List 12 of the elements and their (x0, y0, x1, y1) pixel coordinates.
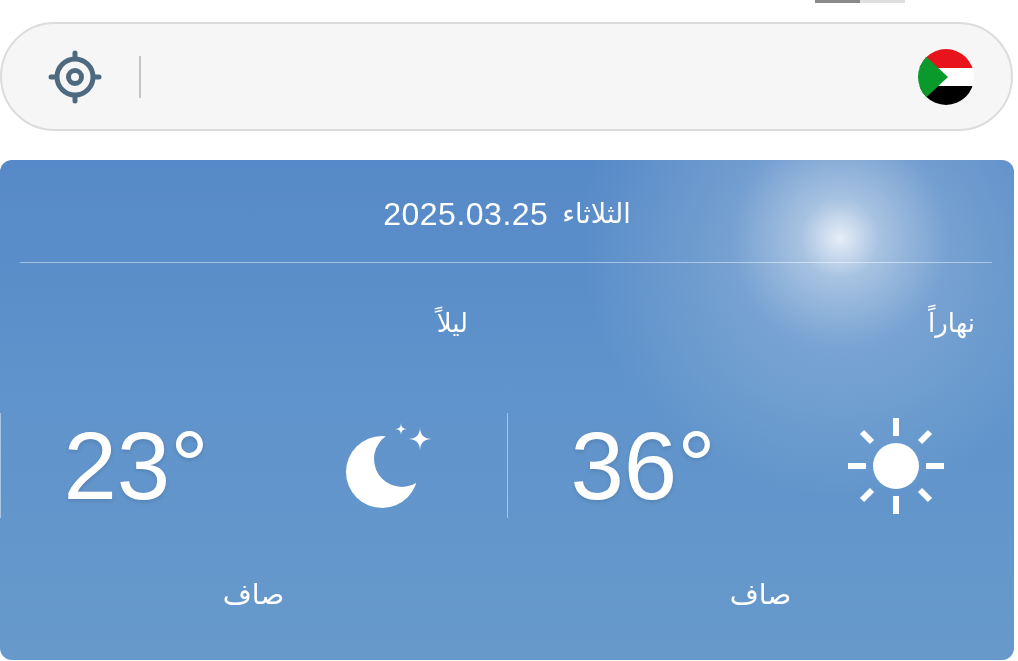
weather-condition: صاف (729, 577, 792, 613)
period-label: نهاراً (928, 306, 975, 340)
sun-icon (846, 415, 946, 516)
flag-icon[interactable] (918, 48, 974, 105)
search-field[interactable] (0, 22, 1013, 131)
period-label: ليلاً (436, 306, 468, 340)
temperature: 23° (63, 413, 209, 518)
crosshair-icon[interactable] (48, 49, 102, 104)
weekday-label: الثلاثاء (562, 197, 631, 231)
weather-condition: صاف (222, 577, 285, 613)
temperature: 36° (570, 413, 716, 518)
date-label: 2025.03.25 (383, 195, 549, 233)
